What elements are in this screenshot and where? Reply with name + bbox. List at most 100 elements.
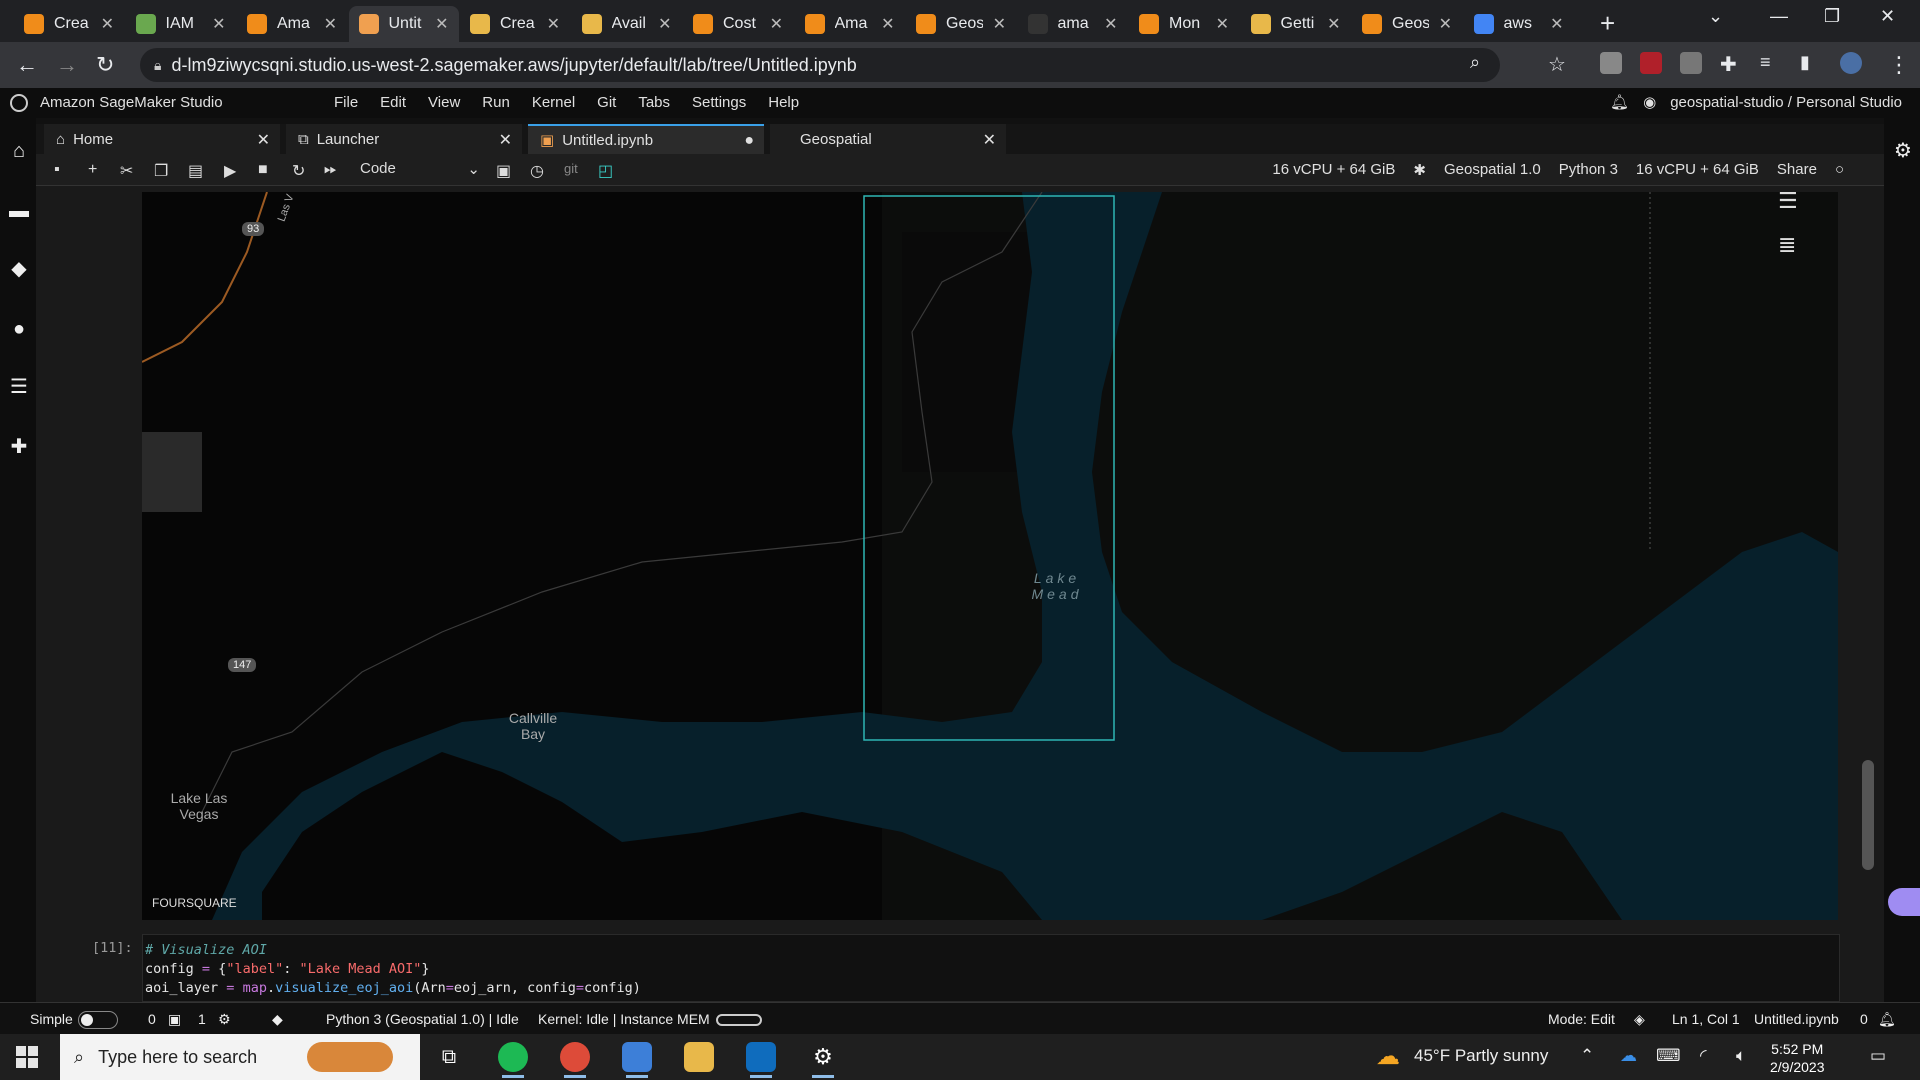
forward-icon[interactable]: → [56, 52, 78, 78]
volume-icon[interactable]: 🔈︎ [1736, 1046, 1746, 1066]
menu-item-settings[interactable]: Settings [692, 94, 746, 111]
menu-item-kernel[interactable]: Kernel [532, 94, 575, 111]
menu-item-file[interactable]: File [334, 94, 358, 111]
copy-icon[interactable]: ❐ [154, 161, 168, 181]
close-tab-icon[interactable]: ✕ [435, 14, 448, 34]
browser-tab[interactable]: Getti ✕ [1241, 6, 1351, 42]
bookmark-star-icon[interactable]: ☆ [1548, 52, 1566, 77]
browser-tab[interactable]: Ama ✕ [237, 6, 347, 42]
files-app-icon[interactable] [622, 1042, 652, 1078]
keyboard-icon[interactable]: ⌨ [1656, 1046, 1681, 1066]
close-tab-icon[interactable]: ✕ [770, 14, 783, 34]
run-icon[interactable]: ▶ [224, 161, 236, 181]
run-all-icon[interactable]: ⏩︎ [324, 161, 337, 179]
profile-avatar[interactable] [1840, 52, 1862, 74]
close-tab-icon[interactable]: ✕ [1550, 14, 1563, 34]
sidepanel-icon[interactable]: ▮ [1800, 52, 1810, 73]
extension-cast-icon[interactable] [1600, 52, 1622, 74]
settings-gear-icon[interactable]: ⚙ [218, 1011, 231, 1028]
git-label[interactable]: git [564, 161, 578, 176]
new-tab-button[interactable]: + [1600, 8, 1615, 39]
home-icon[interactable]: ⌂ [8, 140, 30, 162]
tab-search-icon[interactable]: ⌄ [1708, 6, 1723, 27]
browser-tab[interactable]: aws ✕ [1464, 6, 1574, 42]
menu-item-run[interactable]: Run [482, 94, 510, 111]
cursor-position[interactable]: Ln 1, Col 1 [1672, 1011, 1740, 1027]
terminal-count[interactable]: 0 [148, 1011, 156, 1027]
browser-tab[interactable]: Cost ✕ [683, 6, 793, 42]
close-tab-icon[interactable]: ✕ [881, 14, 894, 34]
user-name[interactable]: geospatial-studio / Personal Studio [1670, 94, 1902, 111]
extensions-icon[interactable]: ✚ [8, 436, 30, 458]
tab-home[interactable]: ⌂ Home ✕ [44, 124, 280, 154]
tray-chevron-icon[interactable]: ⌃ [1580, 1046, 1594, 1066]
kebab-menu-icon[interactable]: ⋮ [1888, 52, 1910, 78]
browser-tab[interactable]: IAM ✕ [126, 6, 236, 42]
browser-tab[interactable]: Untit ✕ [348, 6, 459, 42]
close-tab-icon[interactable]: ✕ [993, 14, 1006, 34]
url-field[interactable]: 🔒︎ d-lm9ziwycsqni.studio.us-west-2.sagem… [140, 48, 1500, 82]
notification-bell-icon[interactable]: 🔔︎ [1878, 1011, 1896, 1028]
share-button[interactable]: Share [1777, 161, 1817, 179]
table-of-contents-icon[interactable]: ☰ [8, 376, 30, 398]
clock-icon[interactable]: ◷ [530, 161, 544, 181]
spotify-icon[interactable] [498, 1042, 528, 1078]
close-tab-icon[interactable]: ✕ [1327, 14, 1340, 34]
action-center-icon[interactable]: ▭ [1870, 1046, 1886, 1066]
menu-item-help[interactable]: Help [768, 94, 799, 111]
close-tab-icon[interactable]: ✕ [212, 14, 225, 34]
feedback-chat-icon[interactable] [1888, 888, 1920, 916]
unsaved-dot-icon[interactable]: ● [744, 132, 754, 150]
settings-icon[interactable]: ⚙ [808, 1042, 838, 1078]
close-tab-icon[interactable]: ✕ [1104, 14, 1117, 34]
weather-text[interactable]: 45°F Partly sunny [1414, 1046, 1548, 1066]
browser-tab[interactable]: Mon ✕ [1129, 6, 1239, 42]
cut-icon[interactable]: ✂ [120, 161, 133, 181]
notebook-scrollbar[interactable] [1862, 760, 1874, 870]
close-tab-icon[interactable]: ✕ [499, 130, 512, 150]
close-tab-icon[interactable]: ✕ [547, 14, 560, 34]
media-icon[interactable]: ≡ [1760, 52, 1771, 73]
git-status-icon[interactable]: ◆ [272, 1011, 283, 1028]
close-tab-icon[interactable]: ✕ [257, 130, 270, 150]
menu-item-view[interactable]: View [428, 94, 460, 111]
close-tab-icon[interactable]: ✕ [324, 14, 337, 34]
bug-icon[interactable]: ✱ [1413, 161, 1426, 179]
property-inspector-icon[interactable]: ⚙ [1892, 140, 1914, 162]
map-canvas[interactable] [142, 192, 1838, 920]
menu-item-git[interactable]: Git [597, 94, 616, 111]
weather-icon[interactable]: ☁ [1376, 1042, 1400, 1071]
git-icon[interactable]: ◆ [8, 258, 30, 280]
wifi-icon[interactable]: ◜ [1700, 1046, 1707, 1066]
restore-icon[interactable]: ❐ [1824, 6, 1840, 27]
stop-icon[interactable]: ■ [258, 161, 268, 179]
bell-icon[interactable]: 🔔︎ [1610, 93, 1629, 111]
save-icon[interactable]: ▪ [54, 161, 60, 179]
kernel-status-text[interactable]: Python 3 (Geospatial 1.0) | Idle [326, 1011, 519, 1027]
extension-icon[interactable] [1680, 52, 1702, 74]
layers-list-icon[interactable]: ☰ [1778, 192, 1798, 214]
add-cell-icon[interactable]: + [88, 161, 97, 179]
file-explorer-icon[interactable] [684, 1042, 714, 1072]
taskbar-search[interactable]: ⌕ Type here to search [60, 1034, 420, 1080]
map-view[interactable]: 93 147 Las V Lake Mead Callville Bay Lak… [142, 192, 1838, 920]
kernel-name[interactable]: Python 3 [1559, 161, 1618, 179]
reload-icon[interactable]: ↻ [96, 52, 114, 78]
puzzle-icon[interactable]: ✚ [1720, 52, 1737, 77]
chrome-icon[interactable] [560, 1042, 590, 1078]
browser-tab[interactable]: Crea ✕ [460, 6, 570, 42]
terminal-icon[interactable]: ▣ [496, 161, 511, 181]
back-icon[interactable]: ← [16, 52, 38, 78]
browser-tab[interactable]: Crea ✕ [14, 6, 124, 42]
close-tab-icon[interactable]: ✕ [101, 14, 114, 34]
kernel-count[interactable]: 1 [198, 1011, 206, 1027]
close-window-icon[interactable]: ✕ [1880, 6, 1895, 27]
windows-start-icon[interactable] [16, 1046, 38, 1068]
outlook-icon[interactable] [746, 1042, 776, 1078]
menu-item-edit[interactable]: Edit [380, 94, 406, 111]
tab-untitled-notebook[interactable]: ▣ Untitled.ipynb ● [528, 124, 764, 154]
tab-launcher[interactable]: ⧉ Launcher ✕ [286, 124, 522, 154]
simple-mode-toggle[interactable] [78, 1011, 118, 1029]
folder-icon[interactable]: ▬ [8, 200, 30, 222]
running-terminals-icon[interactable]: ● [8, 318, 30, 340]
